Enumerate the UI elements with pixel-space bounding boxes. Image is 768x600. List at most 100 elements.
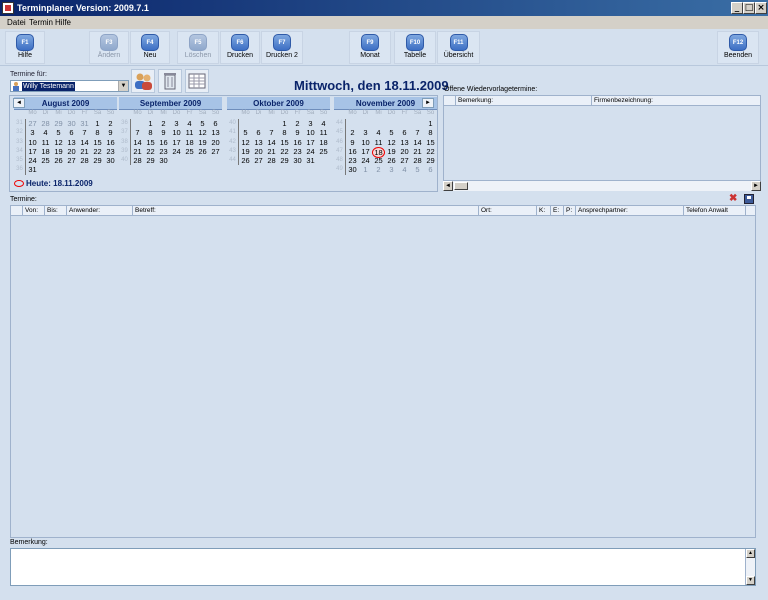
calendar-day[interactable]: 29 [91,156,104,165]
new-button[interactable]: F4 Neu [130,31,170,64]
print2-button[interactable]: F7 Drucken 2 [261,31,303,64]
calendar-day[interactable]: 31 [78,119,91,128]
col-anwender[interactable]: Anwender: [67,206,133,216]
calendar-day[interactable]: 3 [26,128,39,137]
calendar-day[interactable]: 16 [157,138,170,147]
calendar-day[interactable]: 1 [424,119,437,128]
calendar-day[interactable]: 5 [239,128,252,137]
calendar-day[interactable]: 22 [91,147,104,156]
calendar-day[interactable]: 30 [291,156,304,165]
calendar-day[interactable]: 4 [398,165,411,174]
calendar-day[interactable]: 9 [291,128,304,137]
calendar-day[interactable]: 22 [278,147,291,156]
appointments-table[interactable]: Von: Bis: Anwender: Betreff: Ort: K: E: … [10,205,756,538]
calendar-day[interactable]: 20 [209,138,222,147]
calendar-day[interactable]: 6 [398,128,411,137]
calendar-day[interactable]: 19 [52,147,65,156]
calendar-day[interactable]: 8 [424,128,437,137]
next-month-button[interactable]: ► [422,98,434,108]
calendar-day[interactable]: 1 [144,119,157,128]
calendar-day[interactable]: 10 [359,138,372,147]
table-button[interactable]: F10 Tabelle [394,31,436,64]
calendar-day[interactable]: 6 [252,128,265,137]
calendar-day[interactable]: 21 [131,147,144,156]
calendar-day[interactable]: 20 [65,147,78,156]
calendar-day[interactable]: 12 [385,138,398,147]
calendar-day[interactable]: 3 [359,128,372,137]
calendar-day[interactable]: 1 [278,119,291,128]
calendar-day[interactable]: 16 [291,138,304,147]
calendar-day[interactable]: 5 [196,119,209,128]
calendar-day[interactable]: 25 [183,147,196,156]
calendar-day[interactable]: 24 [304,147,317,156]
calendar-day[interactable]: 14 [265,138,278,147]
calendar-day[interactable]: 28 [78,156,91,165]
exit-button[interactable]: F12 Beenden [717,31,759,64]
calendar-day[interactable]: 15 [91,138,104,147]
calendar-day[interactable]: 10 [304,128,317,137]
calendar-day[interactable]: 23 [104,147,117,156]
calendar-day[interactable]: 17 [170,138,183,147]
col-bemerkung[interactable]: Bemerkung: [456,96,592,106]
calendar-day[interactable]: 22 [144,147,157,156]
prev-month-button[interactable]: ◄ [13,98,25,108]
calendar-day[interactable]: 29 [278,156,291,165]
calendar-day[interactable]: 15 [424,138,437,147]
wiedervorlage-hscroll[interactable]: ◄ ► [443,180,761,191]
calendar-day[interactable]: 19 [196,138,209,147]
calendar-day[interactable]: 5 [411,165,424,174]
calendar-day[interactable]: 18 [183,138,196,147]
calendar-day[interactable]: 25 [372,156,385,165]
calendar-day[interactable]: 21 [78,147,91,156]
calendar-day[interactable]: 2 [104,119,117,128]
calendar-day[interactable]: 10 [26,138,39,147]
calendar-day[interactable]: 11 [372,138,385,147]
calendar-day[interactable]: 30 [346,165,359,174]
calendar-day[interactable]: 24 [26,156,39,165]
calendar-day[interactable]: 2 [157,119,170,128]
help-button[interactable]: F1 Hilfe [5,31,45,64]
bemerkung-textarea[interactable]: ▲ ▼ [10,548,756,586]
edit-button[interactable]: F3 Ändern [89,31,129,64]
print-button[interactable]: F6 Drucken [220,31,260,64]
calendar-day[interactable]: 5 [385,128,398,137]
col-von[interactable]: Von: [23,206,45,216]
save-icon[interactable] [744,194,754,204]
calendar-day[interactable]: 2 [346,128,359,137]
calendar-day[interactable]: 4 [372,128,385,137]
calendar-day[interactable]: 17 [304,138,317,147]
calendar-day[interactable]: 4 [183,119,196,128]
chevron-down-icon[interactable]: ▼ [118,81,128,91]
calendar-day[interactable]: 7 [78,128,91,137]
calendar-day[interactable]: 27 [26,119,39,128]
calendar-day[interactable]: 12 [239,138,252,147]
scroll-thumb[interactable] [454,182,468,190]
calendar-day[interactable]: 27 [398,156,411,165]
calendar-day[interactable]: 4 [317,119,330,128]
calendar-day[interactable]: 29 [52,119,65,128]
calendar-day[interactable]: 16 [104,138,117,147]
calendar-day[interactable]: 1 [91,119,104,128]
calendar-day[interactable]: 19 [239,147,252,156]
menu-termin[interactable]: Termin [29,18,53,27]
calendar-day[interactable]: 11 [317,128,330,137]
calendar-day[interactable]: 9 [346,138,359,147]
calendar-day[interactable]: 14 [131,138,144,147]
calendar-day[interactable]: 26 [385,156,398,165]
calendar-day[interactable]: 2 [291,119,304,128]
calendar-day[interactable]: 3 [170,119,183,128]
scroll-right-button[interactable]: ► [751,181,761,191]
delete-button[interactable]: F5 Löschen [177,31,219,64]
calendar-day[interactable]: 7 [411,128,424,137]
calendar-day[interactable]: 12 [196,128,209,137]
month-button[interactable]: F9 Monat [349,31,391,64]
calendar-day[interactable]: 9 [157,128,170,137]
calendar-grid-button[interactable] [185,69,209,93]
calendar-day[interactable]: 14 [411,138,424,147]
calendar-day[interactable]: 3 [304,119,317,128]
calendar-day[interactable]: 9 [104,128,117,137]
calendar-day[interactable]: 31 [26,165,39,174]
scroll-up-button[interactable]: ▲ [746,549,755,558]
col-telefon-anwalt[interactable]: Telefon Anwalt [684,206,746,216]
calendar-day[interactable]: 25 [39,156,52,165]
